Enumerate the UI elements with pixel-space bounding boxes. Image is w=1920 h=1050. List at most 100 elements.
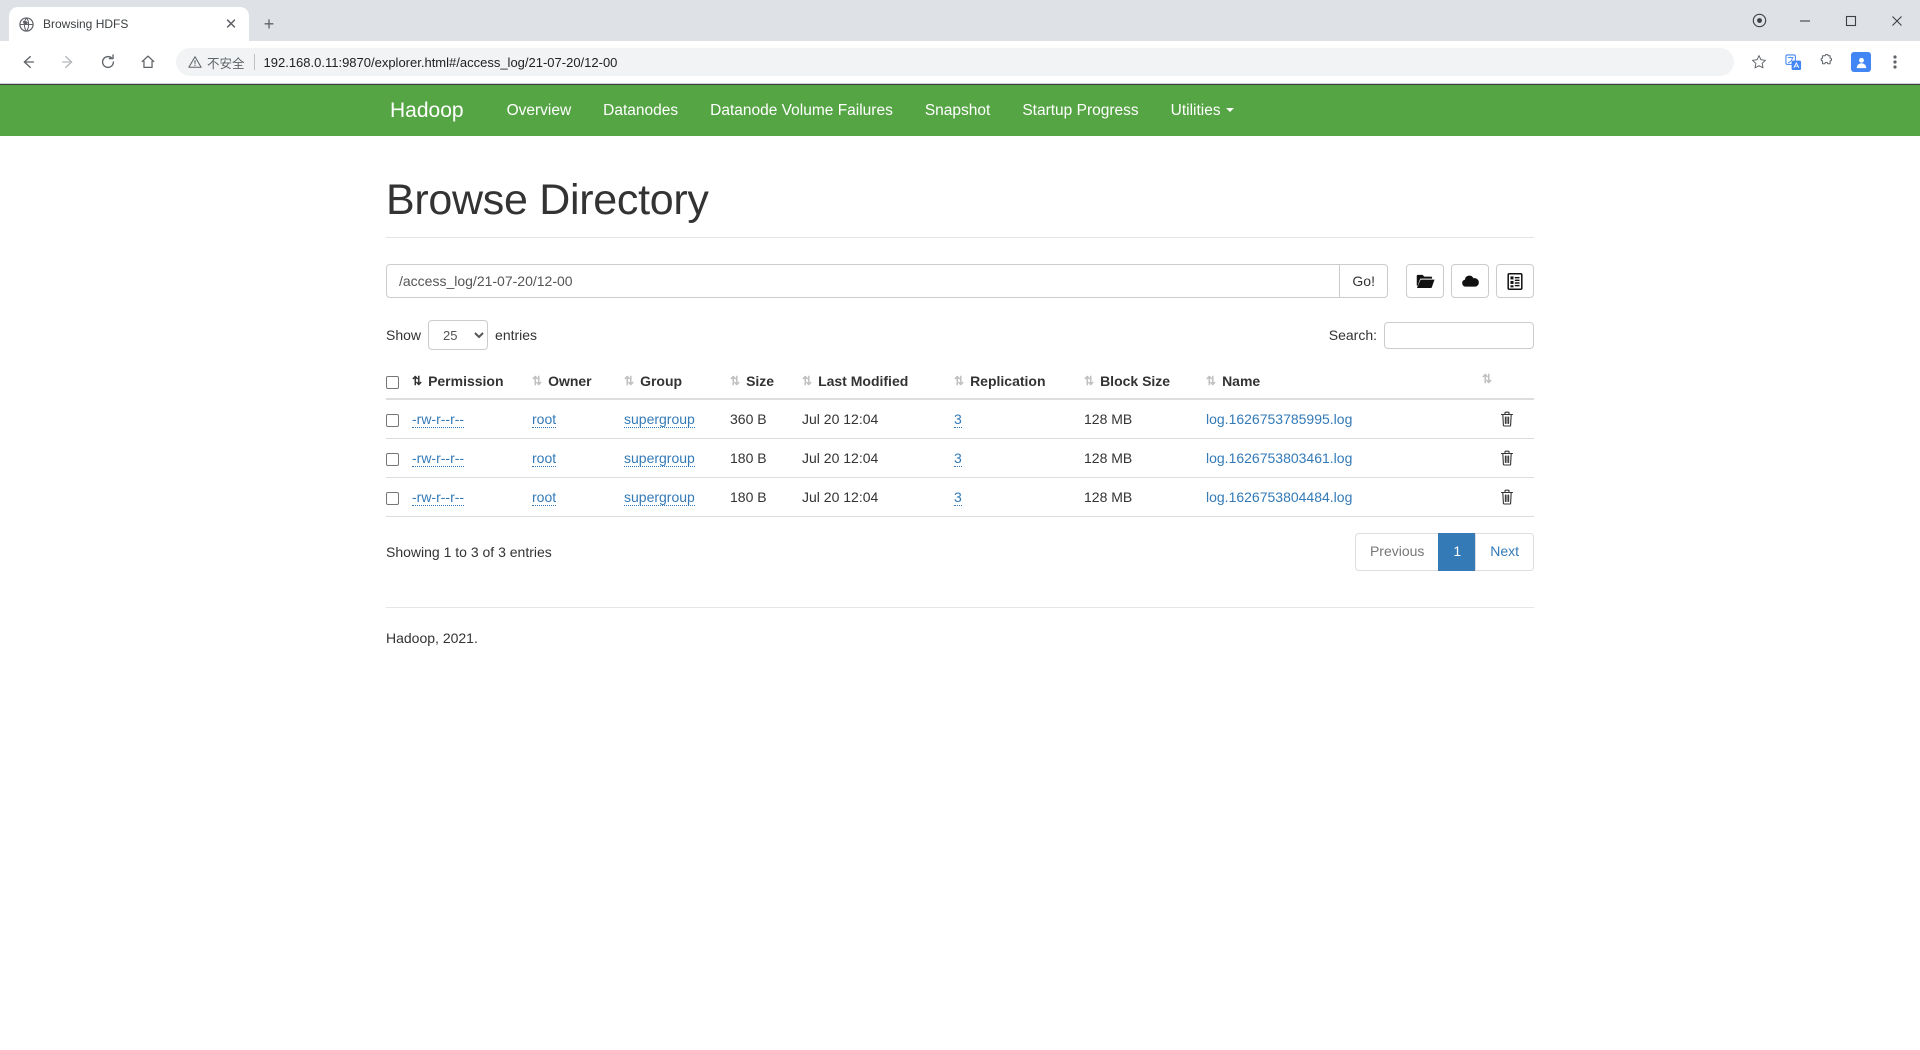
- home-icon[interactable]: [133, 47, 163, 77]
- address-bar[interactable]: 不安全 192.168.0.11:9870/explorer.html#/acc…: [176, 48, 1734, 76]
- cell-owner: root: [532, 477, 624, 517]
- group-link[interactable]: supergroup: [624, 450, 695, 467]
- profile-avatar-icon[interactable]: [1847, 48, 1875, 76]
- search-control: Search:: [1329, 321, 1534, 349]
- cell-delete[interactable]: [1500, 399, 1534, 439]
- close-icon[interactable]: ✕: [222, 15, 240, 33]
- table-footer: Showing 1 to 3 of 3 entries Previous 1 N…: [386, 533, 1534, 571]
- nav-link-datanode-volume-failures[interactable]: Datanode Volume Failures: [694, 102, 909, 120]
- header-name[interactable]: ⇅ Name ⇅: [1206, 364, 1500, 400]
- owner-link[interactable]: root: [532, 411, 557, 428]
- star-icon[interactable]: [1745, 48, 1773, 76]
- path-row: Go!: [386, 264, 1534, 298]
- replication-link[interactable]: 3: [954, 489, 962, 506]
- cell-last-modified: Jul 20 12:04: [802, 438, 954, 478]
- permission-link[interactable]: -rw-r--r--: [412, 450, 465, 467]
- nav-link-snapshot[interactable]: Snapshot: [909, 102, 1007, 120]
- upload-files-button[interactable]: [1451, 264, 1489, 298]
- record-circle-icon[interactable]: [1736, 0, 1782, 41]
- title-divider: [386, 237, 1534, 238]
- sort-icon[interactable]: ⇅: [1206, 374, 1216, 388]
- header-group[interactable]: ⇅ Group: [624, 364, 730, 400]
- table-row: -rw-r--r-- root supergroup 180 B Jul 20 …: [386, 477, 1534, 517]
- replication-link[interactable]: 3: [954, 411, 962, 428]
- hadoop-brand[interactable]: Hadoop: [390, 99, 464, 123]
- sort-icon[interactable]: ⇅: [954, 374, 964, 388]
- row-checkbox-cell[interactable]: [386, 438, 412, 478]
- maximize-icon[interactable]: [1828, 0, 1874, 41]
- reload-icon[interactable]: [93, 47, 123, 77]
- owner-link[interactable]: root: [532, 489, 557, 506]
- puzzle-piece-icon[interactable]: [1813, 48, 1841, 76]
- header-last-modified[interactable]: ⇅ Last Modified: [802, 364, 954, 400]
- new-tab-button[interactable]: +: [255, 10, 283, 38]
- row-checkbox-cell[interactable]: [386, 399, 412, 439]
- header-block-size[interactable]: ⇅ Block Size: [1084, 364, 1206, 400]
- browser-toolbar: 不安全 192.168.0.11:9870/explorer.html#/acc…: [0, 41, 1920, 84]
- sort-icon-active[interactable]: ⇅: [412, 374, 422, 388]
- path-input[interactable]: [386, 264, 1340, 298]
- cell-size: 180 B: [730, 438, 802, 478]
- owner-link[interactable]: root: [532, 450, 557, 467]
- nav-link-utilities[interactable]: Utilities: [1155, 102, 1250, 120]
- file-name-link[interactable]: log.1626753785995.log: [1206, 411, 1352, 427]
- cell-delete[interactable]: [1500, 477, 1534, 517]
- pagination-next[interactable]: Next: [1475, 533, 1534, 571]
- group-link[interactable]: supergroup: [624, 411, 695, 428]
- sort-icon[interactable]: ⇅: [730, 374, 740, 388]
- trash-icon[interactable]: [1500, 411, 1525, 427]
- permission-link[interactable]: -rw-r--r--: [412, 489, 465, 506]
- arrow-left-icon[interactable]: [13, 47, 43, 77]
- file-name-link[interactable]: log.1626753804484.log: [1206, 489, 1352, 505]
- sort-icon[interactable]: ⇅: [1482, 372, 1492, 386]
- sort-icon[interactable]: ⇅: [802, 374, 812, 388]
- row-checkbox-cell[interactable]: [386, 477, 412, 517]
- footer-divider: [386, 606, 1534, 608]
- header-last-modified-label: Last Modified: [818, 373, 909, 389]
- go-button[interactable]: Go!: [1339, 264, 1388, 298]
- header-owner[interactable]: ⇅ Owner: [532, 364, 624, 400]
- cell-name: log.1626753785995.log: [1206, 399, 1500, 439]
- select-all-checkbox[interactable]: [386, 375, 399, 389]
- cell-delete[interactable]: [1500, 438, 1534, 478]
- security-warning[interactable]: 不安全: [188, 53, 245, 72]
- trash-icon[interactable]: [1500, 450, 1525, 466]
- kebab-menu-icon[interactable]: [1881, 48, 1909, 76]
- header-name-label: Name: [1222, 373, 1261, 389]
- search-input[interactable]: [1384, 321, 1534, 349]
- cell-owner: root: [532, 438, 624, 478]
- row-checkbox[interactable]: [386, 452, 399, 466]
- sort-icon[interactable]: ⇅: [1084, 374, 1094, 388]
- nav-link-startup-progress[interactable]: Startup Progress: [1006, 102, 1154, 120]
- sort-icon[interactable]: ⇅: [624, 374, 634, 388]
- header-select-all[interactable]: [386, 364, 412, 400]
- replication-link[interactable]: 3: [954, 450, 962, 467]
- group-link[interactable]: supergroup: [624, 489, 695, 506]
- trash-icon[interactable]: [1500, 489, 1525, 505]
- file-name-link[interactable]: log.1626753803461.log: [1206, 450, 1352, 466]
- header-size[interactable]: ⇅ Size: [730, 364, 802, 400]
- table-row: -rw-r--r-- root supergroup 180 B Jul 20 …: [386, 438, 1534, 478]
- nav-link-datanodes[interactable]: Datanodes: [587, 102, 694, 120]
- translate-icon[interactable]: [1779, 48, 1807, 76]
- cut-paste-button[interactable]: [1496, 264, 1534, 298]
- browser-tab[interactable]: Browsing HDFS ✕: [9, 7, 249, 41]
- permission-link[interactable]: -rw-r--r--: [412, 411, 465, 428]
- sort-icon[interactable]: ⇅: [532, 374, 542, 388]
- header-replication[interactable]: ⇅ Replication: [954, 364, 1084, 400]
- nav-link-overview[interactable]: Overview: [491, 102, 588, 120]
- minimize-icon[interactable]: [1782, 0, 1828, 41]
- cloud-upload-icon: [1461, 273, 1480, 289]
- new-directory-button[interactable]: [1406, 264, 1444, 298]
- cell-replication: 3: [954, 438, 1084, 478]
- row-checkbox[interactable]: [386, 491, 399, 505]
- page-title: Browse Directory: [386, 176, 709, 224]
- window-close-icon[interactable]: [1874, 0, 1920, 41]
- pagination-page-1[interactable]: 1: [1438, 533, 1477, 571]
- pagination-previous[interactable]: Previous: [1354, 533, 1440, 571]
- tab-strip: Browsing HDFS ✕ +: [0, 0, 1920, 41]
- row-checkbox[interactable]: [386, 413, 399, 427]
- entries-per-page-select[interactable]: 25 50 100: [428, 320, 489, 350]
- header-permission[interactable]: ⇅ Permission: [412, 364, 532, 400]
- cell-group: supergroup: [624, 399, 730, 439]
